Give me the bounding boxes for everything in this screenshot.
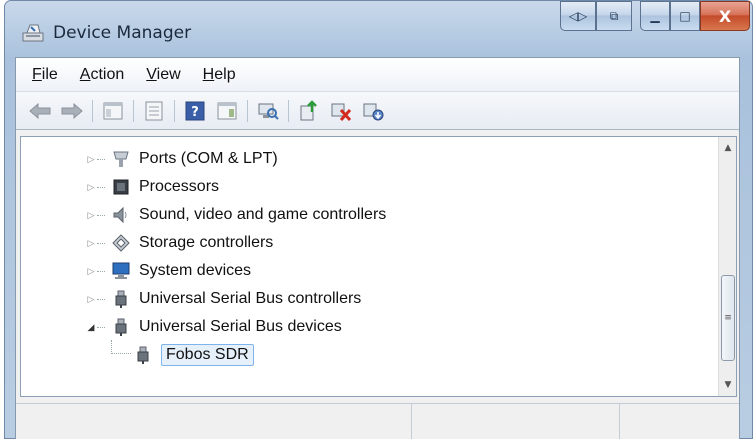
update-driver-icon[interactable] bbox=[297, 99, 321, 123]
scroll-thumb[interactable]: ≡ bbox=[721, 275, 735, 361]
toolbar-separator bbox=[174, 99, 175, 122]
menu-file[interactable]: File bbox=[32, 66, 58, 84]
toolbar-separator bbox=[288, 99, 289, 122]
disable-device-icon[interactable] bbox=[329, 99, 353, 123]
properties-icon[interactable] bbox=[142, 99, 166, 123]
tree-item-sound[interactable]: ▷ Sound, video and game controllers bbox=[85, 201, 386, 229]
snap-icon[interactable]: ⧉ bbox=[596, 1, 632, 31]
tree-item-label: Universal Serial Bus devices bbox=[139, 318, 342, 335]
status-bar bbox=[16, 403, 739, 439]
window-title: Device Manager bbox=[53, 23, 192, 43]
status-pane-middle bbox=[412, 404, 620, 439]
device-manager-window: Device Manager ◁▷ ⧉ ▁ □ X File Action Vi… bbox=[4, 0, 753, 439]
expand-arrow-icon[interactable]: ▷ bbox=[85, 181, 97, 193]
toolbar-separator bbox=[247, 99, 248, 122]
speaker-icon bbox=[113, 206, 127, 224]
tree-item-label: Ports (COM & LPT) bbox=[139, 150, 278, 167]
menu-action[interactable]: Action bbox=[80, 66, 124, 84]
vertical-scrollbar[interactable]: ▲ ≡ ▼ bbox=[718, 137, 736, 396]
tree-item-usb-controllers[interactable]: ▷ Universal Serial Bus controllers bbox=[85, 285, 361, 313]
tree-item-system-devices[interactable]: ▷ System devices bbox=[85, 257, 251, 285]
tree-item-ports[interactable]: ▷ Ports (COM & LPT) bbox=[85, 145, 278, 173]
tree-connector-line bbox=[111, 340, 131, 354]
tree-item-label: Sound, video and game controllers bbox=[139, 206, 387, 223]
tree-item-fobos-sdr[interactable]: Fobos SDR bbox=[133, 341, 254, 369]
computer-icon bbox=[112, 262, 130, 279]
port-icon bbox=[113, 151, 129, 167]
collapse-arrow-icon[interactable]: ◢ bbox=[85, 321, 97, 333]
expand-arrow-icon[interactable]: ▷ bbox=[85, 153, 97, 165]
title-bar[interactable]: Device Manager ◁▷ ⧉ ▁ □ X bbox=[5, 1, 752, 57]
help-icon[interactable]: ? bbox=[183, 99, 207, 123]
expand-arrow-icon[interactable]: ▷ bbox=[85, 265, 97, 277]
uninstall-device-icon[interactable] bbox=[361, 99, 385, 123]
toolbar: ? bbox=[16, 92, 739, 130]
storage-icon bbox=[112, 234, 130, 252]
device-manager-icon bbox=[22, 24, 44, 42]
usb-plug-icon bbox=[137, 346, 149, 364]
back-arrow-icon[interactable] bbox=[28, 99, 52, 123]
status-pane-main bbox=[16, 404, 412, 439]
tree-item-usb-devices[interactable]: ◢ Universal Serial Bus devices bbox=[85, 313, 342, 341]
minimize-icon[interactable]: ▁ bbox=[640, 1, 670, 31]
tree-item-label: Storage controllers bbox=[139, 234, 274, 251]
selected-device-label: Fobos SDR bbox=[161, 344, 254, 366]
tree-item-label: Universal Serial Bus controllers bbox=[139, 290, 362, 307]
toolbar-separator bbox=[92, 99, 93, 122]
menu-help[interactable]: Help bbox=[203, 66, 236, 84]
scroll-up-icon[interactable]: ▲ bbox=[719, 139, 737, 157]
menu-view[interactable]: View bbox=[146, 66, 180, 84]
client-area: File Action View Help ? ▷ Ports (COM & L… bbox=[15, 57, 740, 439]
close-icon[interactable]: X bbox=[700, 1, 750, 31]
svg-text:?: ? bbox=[191, 105, 199, 120]
tree-item-label: System devices bbox=[139, 262, 252, 279]
tree-item-processors[interactable]: ▷ Processors bbox=[85, 173, 220, 201]
show-hide-console-tree-icon[interactable] bbox=[101, 99, 125, 123]
forward-arrow-icon[interactable] bbox=[60, 99, 84, 123]
maximize-icon[interactable]: □ bbox=[670, 1, 700, 31]
title-buttons: ◁▷ ⧉ ▁ □ X bbox=[560, 1, 750, 37]
scroll-down-icon[interactable]: ▼ bbox=[719, 376, 737, 394]
device-tree[interactable]: ▷ Ports (COM & LPT) ▷ Processors ▷ Sound… bbox=[20, 136, 737, 397]
tree-item-label: Processors bbox=[139, 178, 220, 195]
expand-arrow-icon[interactable]: ▷ bbox=[85, 293, 97, 305]
usb-plug-icon bbox=[115, 318, 127, 336]
tree-item-storage[interactable]: ▷ Storage controllers bbox=[85, 229, 273, 257]
scan-hardware-icon[interactable] bbox=[256, 99, 280, 123]
expand-arrow-icon[interactable]: ▷ bbox=[85, 237, 97, 249]
action-pane-icon[interactable] bbox=[215, 99, 239, 123]
processor-icon bbox=[113, 179, 129, 195]
back-forward-tab-icon[interactable]: ◁▷ bbox=[560, 1, 596, 31]
usb-plug-icon bbox=[115, 290, 127, 308]
toolbar-separator bbox=[133, 99, 134, 122]
menu-bar: File Action View Help bbox=[16, 58, 739, 92]
expand-arrow-icon[interactable]: ▷ bbox=[85, 209, 97, 221]
status-pane-right bbox=[620, 404, 739, 439]
